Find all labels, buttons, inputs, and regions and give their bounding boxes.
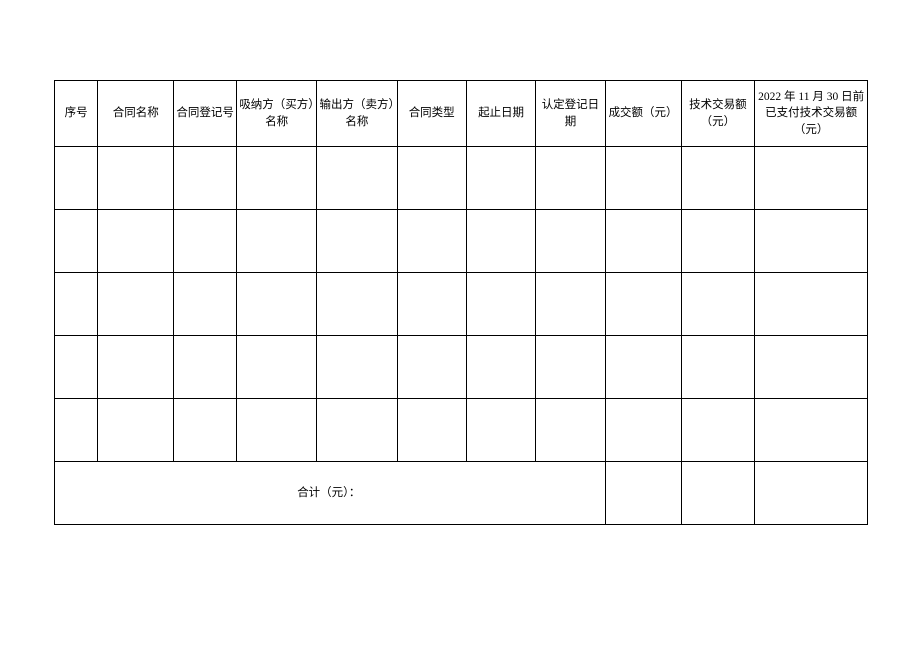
cell [397,210,466,273]
header-contract-name: 合同名称 [98,81,174,147]
header-seq: 序号 [55,81,98,147]
cell [98,399,174,462]
cell [98,210,174,273]
header-buyer-name: 吸纳方（买方）名称 [237,81,317,147]
cell [55,336,98,399]
cell [55,399,98,462]
cell [317,273,397,336]
cell [755,210,868,273]
header-row: 序号 合同名称 合同登记号 吸纳方（买方）名称 输出方（卖方）名称 合同类型 起… [55,81,868,147]
cell [605,336,681,399]
cell [605,399,681,462]
cell [174,210,237,273]
cell [466,273,535,336]
cell [536,336,605,399]
header-paid-tech-trade-amount: 2022 年 11 月 30 日前已支付技术交易额（元） [755,81,868,147]
cell [98,273,174,336]
header-seller-name: 输出方（卖方）名称 [317,81,397,147]
cell [397,147,466,210]
cell [174,147,237,210]
cell [317,399,397,462]
cell [397,336,466,399]
cell [466,336,535,399]
cell [755,336,868,399]
table-row [55,210,868,273]
cell [397,273,466,336]
cell [98,336,174,399]
total-tech-trade-amount [681,462,755,525]
cell [55,210,98,273]
cell [536,210,605,273]
cell [605,273,681,336]
cell [466,147,535,210]
cell [237,147,317,210]
cell [466,210,535,273]
cell [755,273,868,336]
cell [681,273,755,336]
cell [755,399,868,462]
cell [605,147,681,210]
header-reg-date: 认定登记日期 [536,81,605,147]
cell [98,147,174,210]
table-row [55,336,868,399]
cell [174,273,237,336]
cell [681,399,755,462]
header-contract-reg-no: 合同登记号 [174,81,237,147]
cell [755,147,868,210]
cell [536,147,605,210]
cell [174,336,237,399]
cell [237,399,317,462]
total-label: 合计（元）： [55,462,606,525]
cell [174,399,237,462]
cell [317,336,397,399]
total-row: 合计（元）： [55,462,868,525]
cell [397,399,466,462]
table-row [55,273,868,336]
cell [466,399,535,462]
cell [605,210,681,273]
cell [317,147,397,210]
total-deal-amount [605,462,681,525]
cell [55,147,98,210]
cell [681,336,755,399]
cell [681,210,755,273]
contract-table: 序号 合同名称 合同登记号 吸纳方（买方）名称 输出方（卖方）名称 合同类型 起… [54,80,868,525]
cell [55,273,98,336]
total-paid-tech-trade-amount [755,462,868,525]
cell [237,273,317,336]
cell [317,210,397,273]
cell [681,147,755,210]
header-start-end-date: 起止日期 [466,81,535,147]
cell [536,399,605,462]
header-deal-amount: 成交额（元） [605,81,681,147]
table-row [55,147,868,210]
cell [237,210,317,273]
cell [237,336,317,399]
header-tech-trade-amount: 技术交易额（元） [681,81,755,147]
header-contract-type: 合同类型 [397,81,466,147]
cell [536,273,605,336]
table-row [55,399,868,462]
